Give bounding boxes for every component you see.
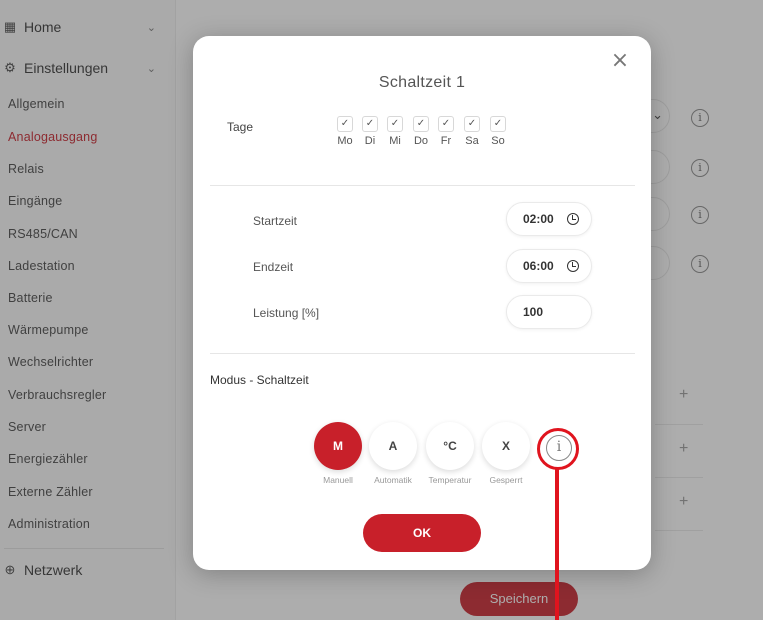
checkmark-icon: ✓: [387, 116, 403, 132]
highlight-circle: [537, 428, 579, 470]
day-checkbox-do[interactable]: ✓ Do: [412, 116, 430, 147]
end-time-label: Endzeit: [253, 260, 294, 274]
power-input[interactable]: 100: [506, 295, 592, 329]
checkmark-icon: ✓: [464, 116, 480, 132]
clock-icon: [567, 213, 579, 225]
day-label: Di: [364, 135, 376, 147]
days-label: Tage: [227, 120, 254, 134]
mode-caption: Gesperrt: [489, 475, 523, 485]
divider: [210, 185, 635, 186]
checkmark-icon: ✓: [438, 116, 454, 132]
day-label: Sa: [465, 135, 479, 147]
day-checkbox-sa[interactable]: ✓ Sa: [463, 116, 481, 147]
checkmark-icon: ✓: [362, 116, 378, 132]
mode-locked-button[interactable]: X: [482, 422, 530, 470]
dialog-title: Schaltzeit 1: [378, 74, 466, 91]
start-time-label: Startzeit: [253, 214, 298, 228]
end-time-input[interactable]: 06:00: [506, 249, 592, 283]
close-icon[interactable]: ×: [609, 50, 631, 72]
checkmark-icon: ✓: [490, 116, 506, 132]
power-label: Leistung [%]: [253, 306, 320, 320]
highlight-pointer-line: [555, 468, 559, 620]
end-time-value: 06:00: [523, 259, 554, 273]
mode-auto-button[interactable]: A: [369, 422, 417, 470]
clock-icon: [567, 260, 579, 272]
ok-button[interactable]: OK: [363, 514, 481, 552]
start-time-value: 02:00: [523, 212, 554, 226]
day-label: Mi: [389, 135, 401, 147]
day-label: Mo: [337, 135, 353, 147]
day-label: Do: [413, 135, 429, 147]
day-label: So: [491, 135, 505, 147]
mode-label: Modus - Schaltzeit: [210, 373, 309, 387]
mode-temperature-button[interactable]: °C: [426, 422, 474, 470]
checkmark-icon: ✓: [413, 116, 429, 132]
day-checkbox-mo[interactable]: ✓ Mo: [336, 116, 354, 147]
day-checkbox-so[interactable]: ✓ So: [489, 116, 507, 147]
day-label: Fr: [440, 135, 452, 147]
schedule-dialog: × Schaltzeit 1 Tage ✓ Mo ✓ Di ✓ Mi ✓ Do …: [193, 36, 651, 570]
divider: [210, 353, 635, 354]
start-time-input[interactable]: 02:00: [506, 202, 592, 236]
checkmark-icon: ✓: [337, 116, 353, 132]
day-checkbox-di[interactable]: ✓ Di: [361, 116, 379, 147]
mode-manual-button[interactable]: M: [314, 422, 362, 470]
day-checkbox-fr[interactable]: ✓ Fr: [437, 116, 455, 147]
day-checkbox-mi[interactable]: ✓ Mi: [386, 116, 404, 147]
